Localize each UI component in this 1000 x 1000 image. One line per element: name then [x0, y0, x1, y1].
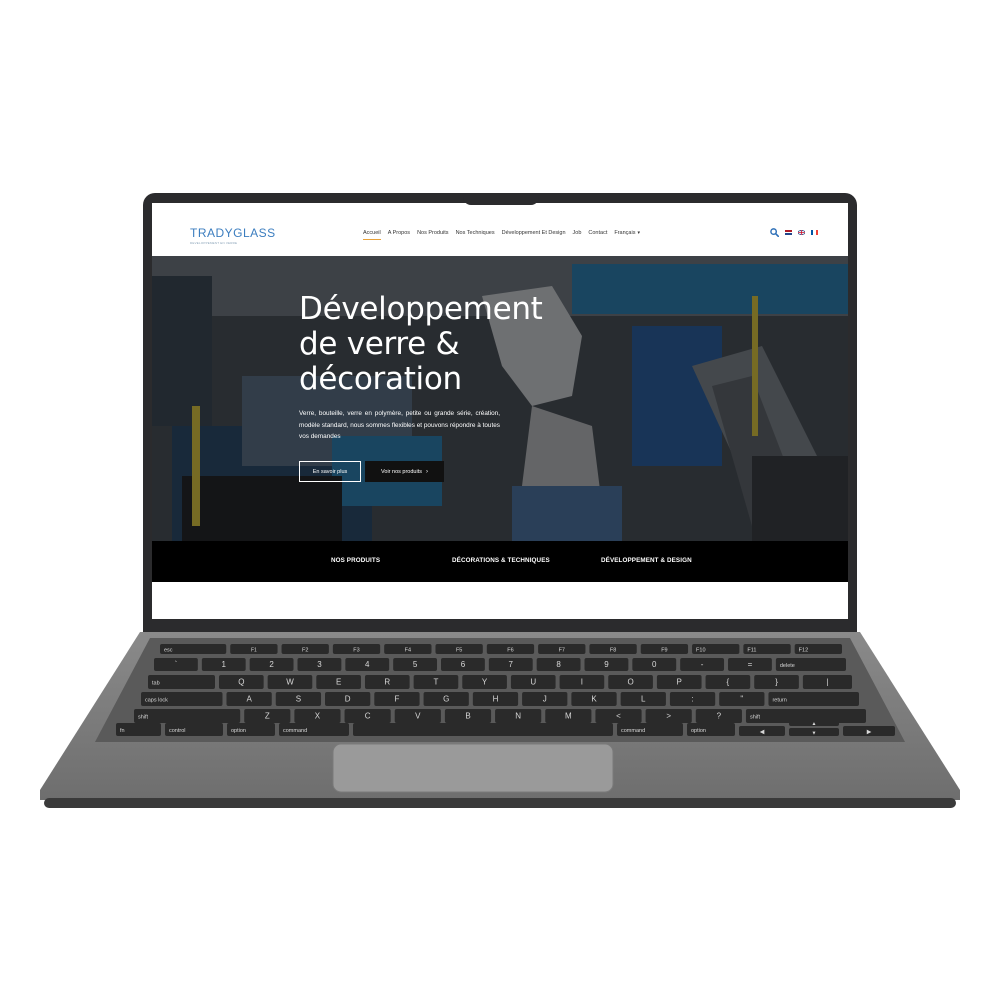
key-label: Y [482, 678, 488, 687]
key-label: : [691, 695, 693, 704]
key-label: > [666, 712, 671, 721]
laptop-bottom-edge [44, 798, 956, 808]
key-label: F8 [610, 648, 616, 654]
key-label: R [384, 678, 390, 687]
key-label: caps lock [145, 698, 168, 704]
key-label: ◀ [760, 730, 765, 736]
key-label: F10 [696, 648, 705, 654]
key-label: ▼ [812, 731, 817, 737]
key-label: " [740, 695, 743, 704]
key-label: M [565, 712, 572, 721]
key-label: Z [265, 712, 270, 721]
key-label: ▲ [812, 721, 817, 727]
key-label: U [530, 678, 536, 687]
key-label: return [772, 698, 786, 704]
key-label: F12 [799, 648, 808, 654]
key-label: 9 [604, 660, 609, 669]
key-label: F [394, 695, 399, 704]
key-label: Q [238, 678, 244, 687]
key-label: F2 [302, 648, 308, 654]
key-label: F4 [405, 648, 411, 654]
key-label: { [727, 678, 730, 687]
key-label: 3 [317, 660, 322, 669]
key-label: X [315, 712, 321, 721]
key-label: D [345, 695, 351, 704]
key-label: N [515, 712, 521, 721]
key-label: H [493, 695, 499, 704]
key-label: option [231, 728, 246, 734]
key-label: fn [120, 728, 125, 734]
key-label: B [465, 712, 470, 721]
key-label: esc [164, 648, 173, 654]
key-label: 4 [365, 660, 370, 669]
key-label: control [169, 728, 186, 734]
laptop-base: esc F1 F2 F3 F4 F5 F6 F7 F8 F9 F10 F11 F12 ` 1 2 3 4 5 6 7 8 9… [40, 632, 960, 808]
key-label: I [581, 678, 583, 687]
key-label: F6 [507, 648, 513, 654]
key-label: | [826, 678, 828, 687]
key-label: ▶ [867, 730, 872, 736]
key-label: ` [175, 660, 178, 669]
key-label: P [677, 678, 682, 687]
keyboard-key[interactable] [134, 709, 241, 723]
key-label: < [616, 712, 621, 721]
key-label: E [336, 678, 341, 687]
key-label: delete [780, 663, 795, 669]
key-label: T [433, 678, 438, 687]
key-label: command [621, 728, 645, 734]
keyboard-key[interactable] [353, 723, 613, 736]
key-label: J [543, 695, 547, 704]
trackpad[interactable] [332, 743, 614, 793]
key-label: G [443, 695, 449, 704]
key-label: 8 [556, 660, 561, 669]
key-label: 0 [652, 660, 657, 669]
key-label: C [365, 712, 371, 721]
key-label: L [641, 695, 646, 704]
key-label: } [775, 678, 778, 687]
key-label: V [415, 712, 421, 721]
key-label: = [748, 660, 753, 669]
key-label: 1 [222, 660, 227, 669]
key-label: ? [717, 712, 722, 721]
key-label: F9 [661, 648, 667, 654]
key-label: 5 [413, 660, 418, 669]
key-label: O [627, 678, 633, 687]
key-label: F7 [559, 648, 565, 654]
key-label: 6 [461, 660, 466, 669]
key-label: F11 [747, 648, 756, 654]
key-label: tab [152, 681, 160, 687]
key-label: F1 [251, 648, 257, 654]
key-label: 2 [269, 660, 274, 669]
key-label: A [246, 695, 252, 704]
key-label: F5 [456, 648, 462, 654]
key-label: shift [138, 715, 149, 721]
key-label: S [296, 695, 301, 704]
key-label: - [701, 660, 704, 669]
camera-notch [463, 193, 539, 205]
key-label: option [691, 728, 706, 734]
key-label: command [283, 728, 307, 734]
key-label: F3 [353, 648, 359, 654]
key-label: W [286, 678, 294, 687]
key-label: 7 [509, 660, 514, 669]
key-label: shift [750, 715, 761, 721]
key-label: K [591, 695, 597, 704]
